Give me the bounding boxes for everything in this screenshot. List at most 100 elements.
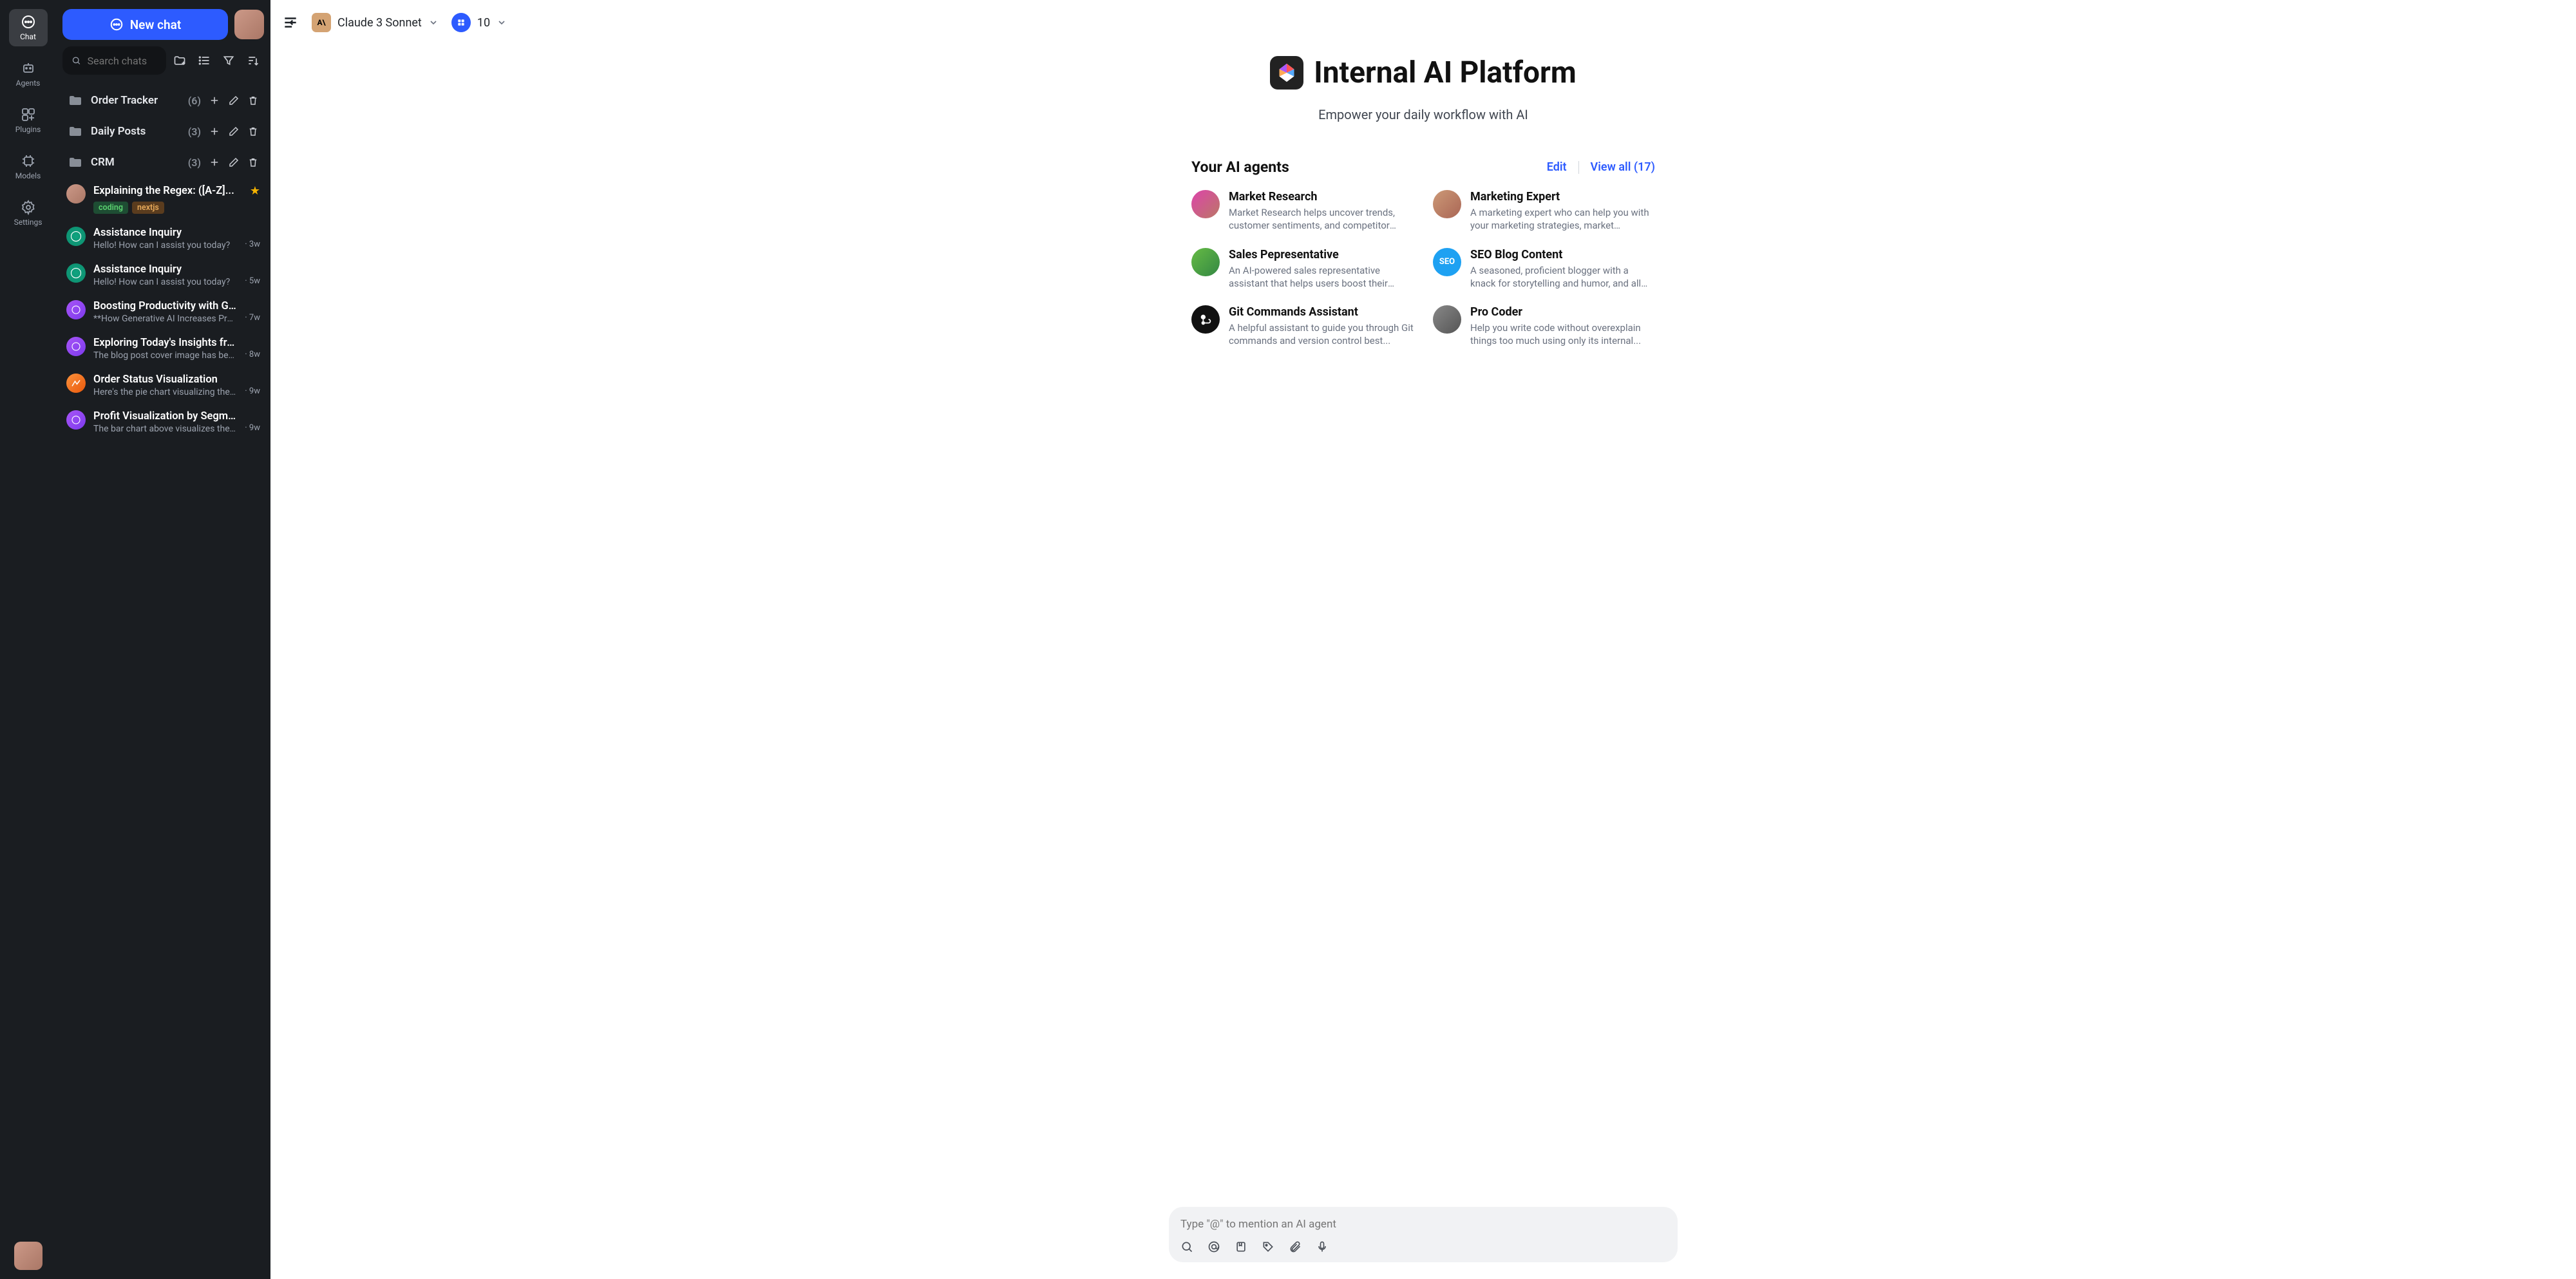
user-avatar-rail[interactable] xyxy=(14,1242,43,1270)
agent-card[interactable]: Marketing Expert A marketing expert who … xyxy=(1433,190,1655,232)
chat-time: · 7w xyxy=(245,313,260,323)
chat-row[interactable]: Explaining the Regex: ([A-Z]... ★ coding… xyxy=(62,178,264,220)
folder-count: (3) xyxy=(188,156,201,169)
plugin-selector[interactable]: 10 xyxy=(451,13,507,32)
chat-title: Exploring Today's Insights from... xyxy=(93,337,237,349)
agent-avatar xyxy=(1433,305,1461,334)
prompt-library-icon[interactable] xyxy=(1235,1240,1247,1253)
chat-avatar xyxy=(66,300,86,319)
list-view-button[interactable] xyxy=(193,50,215,71)
folder-row[interactable]: Daily Posts (3) xyxy=(62,116,264,147)
chat-avatar xyxy=(66,263,86,283)
main-panel: A\ Claude 3 Sonnet 10 Internal AI Platfo… xyxy=(270,0,2576,1279)
trash-icon[interactable] xyxy=(247,156,259,168)
rail-label: Chat xyxy=(20,32,36,41)
rail-item-chat[interactable]: Chat xyxy=(9,9,48,46)
trash-icon[interactable] xyxy=(247,126,259,137)
chat-avatar xyxy=(66,337,86,356)
chat-time: · 9w xyxy=(245,423,260,433)
chat-row[interactable]: Profit Visualization by Segment... The b… xyxy=(62,404,264,441)
chat-title: Profit Visualization by Segment... xyxy=(93,410,237,422)
mention-icon[interactable] xyxy=(1208,1240,1220,1253)
agent-card[interactable]: Pro Coder Help you write code without ov… xyxy=(1433,305,1655,348)
sort-button[interactable] xyxy=(242,50,264,71)
folder-name: CRM xyxy=(91,156,184,169)
rail-item-models[interactable]: Models xyxy=(9,148,48,185)
chat-preview: Here's the pie chart visualizing the ... xyxy=(93,387,237,397)
agent-desc: Help you write code without overexplain … xyxy=(1470,321,1655,348)
plus-icon[interactable] xyxy=(209,95,220,106)
agent-card[interactable]: SEO SEO Blog Content A seasoned, profici… xyxy=(1433,248,1655,290)
edit-icon[interactable] xyxy=(228,156,240,168)
chat-time: · 3w xyxy=(245,240,260,249)
folder-count: (6) xyxy=(188,95,201,107)
agents-icon xyxy=(21,61,36,76)
agent-avatar xyxy=(1191,248,1220,276)
rail-item-settings[interactable]: Settings xyxy=(9,194,48,232)
chat-plus-icon xyxy=(109,17,124,32)
agent-name: SEO Blog Content xyxy=(1470,248,1655,261)
rail-item-plugins[interactable]: Plugins xyxy=(9,102,48,139)
search-input[interactable] xyxy=(88,55,157,67)
model-label: Claude 3 Sonnet xyxy=(337,16,422,30)
chat-preview: **How Generative AI Increases Prod... xyxy=(93,314,237,324)
edit-icon[interactable] xyxy=(228,95,240,106)
search-icon[interactable] xyxy=(1180,1240,1193,1253)
composer-input[interactable] xyxy=(1180,1216,1666,1233)
model-selector[interactable]: A\ Claude 3 Sonnet xyxy=(312,13,439,32)
chat-row[interactable]: Assistance Inquiry Hello! How can I assi… xyxy=(62,220,264,257)
agent-desc: A helpful assistant to guide you through… xyxy=(1229,321,1414,348)
chat-row[interactable]: Order Status Visualization Here's the pi… xyxy=(62,367,264,404)
filter-button[interactable] xyxy=(218,50,240,71)
folder-count: (3) xyxy=(188,126,201,138)
agent-name: Sales Pepresentative xyxy=(1229,248,1414,261)
agents-section-title: Your AI agents xyxy=(1191,158,1289,176)
agent-name: Pro Coder xyxy=(1470,305,1655,319)
nav-rail: Chat Agents Plugins Models Settings xyxy=(0,0,56,1279)
new-folder-button[interactable] xyxy=(169,50,191,71)
trash-icon[interactable] xyxy=(247,95,259,106)
agent-avatar: SEO xyxy=(1433,248,1461,276)
agent-name: Git Commands Assistant xyxy=(1229,305,1414,319)
folder-row[interactable]: CRM (3) xyxy=(62,147,264,178)
agent-card[interactable]: Git Commands Assistant A helpful assista… xyxy=(1191,305,1414,348)
hero-subtitle: Empower your daily workflow with AI xyxy=(270,107,2576,122)
chat-avatar xyxy=(66,227,86,246)
rail-item-agents[interactable]: Agents xyxy=(9,55,48,93)
new-chat-button[interactable]: New chat xyxy=(62,9,228,40)
chat-time: · 8w xyxy=(245,350,260,359)
agents-viewall-link[interactable]: View all (17) xyxy=(1591,160,1655,174)
composer[interactable] xyxy=(1169,1207,1678,1262)
user-avatar-top[interactable] xyxy=(234,10,264,39)
model-badge-icon: A\ xyxy=(312,13,331,32)
agent-desc: A seasoned, proficient blogger with a kn… xyxy=(1470,264,1655,290)
agent-card[interactable]: Market Research Market Research helps un… xyxy=(1191,190,1414,232)
chat-row[interactable]: Boosting Productivity with Gen... **How … xyxy=(62,294,264,330)
plus-icon[interactable] xyxy=(209,126,220,137)
agent-avatar xyxy=(1191,190,1220,218)
chat-sidebar: New chat Order Tracker (6) xyxy=(56,0,270,1279)
chat-preview: The bar chart above visualizes the ... xyxy=(93,424,237,434)
edit-icon[interactable] xyxy=(228,126,240,137)
agent-avatar xyxy=(1433,190,1461,218)
chat-row[interactable]: Exploring Today's Insights from... The b… xyxy=(62,330,264,367)
new-chat-label: New chat xyxy=(130,17,182,32)
settings-icon xyxy=(21,200,36,215)
mic-icon[interactable] xyxy=(1316,1240,1329,1253)
chat-row[interactable]: Assistance Inquiry Hello! How can I assi… xyxy=(62,257,264,294)
agent-desc: Market Research helps uncover trends, cu… xyxy=(1229,206,1414,232)
agent-card[interactable]: Sales Pepresentative An AI-powered sales… xyxy=(1191,248,1414,290)
search-box[interactable] xyxy=(62,46,166,75)
star-icon: ★ xyxy=(250,184,260,198)
agent-name: Market Research xyxy=(1229,190,1414,204)
rail-label: Settings xyxy=(14,218,43,227)
attachment-icon[interactable] xyxy=(1289,1240,1302,1253)
chat-icon xyxy=(21,14,36,30)
chat-title: Assistance Inquiry xyxy=(93,227,237,239)
chat-title: Order Status Visualization xyxy=(93,374,237,386)
collapse-sidebar-icon[interactable] xyxy=(282,14,299,31)
tag-icon[interactable] xyxy=(1262,1240,1274,1253)
folder-row[interactable]: Order Tracker (6) xyxy=(62,85,264,116)
agents-edit-link[interactable]: Edit xyxy=(1547,160,1567,174)
plus-icon[interactable] xyxy=(209,156,220,168)
